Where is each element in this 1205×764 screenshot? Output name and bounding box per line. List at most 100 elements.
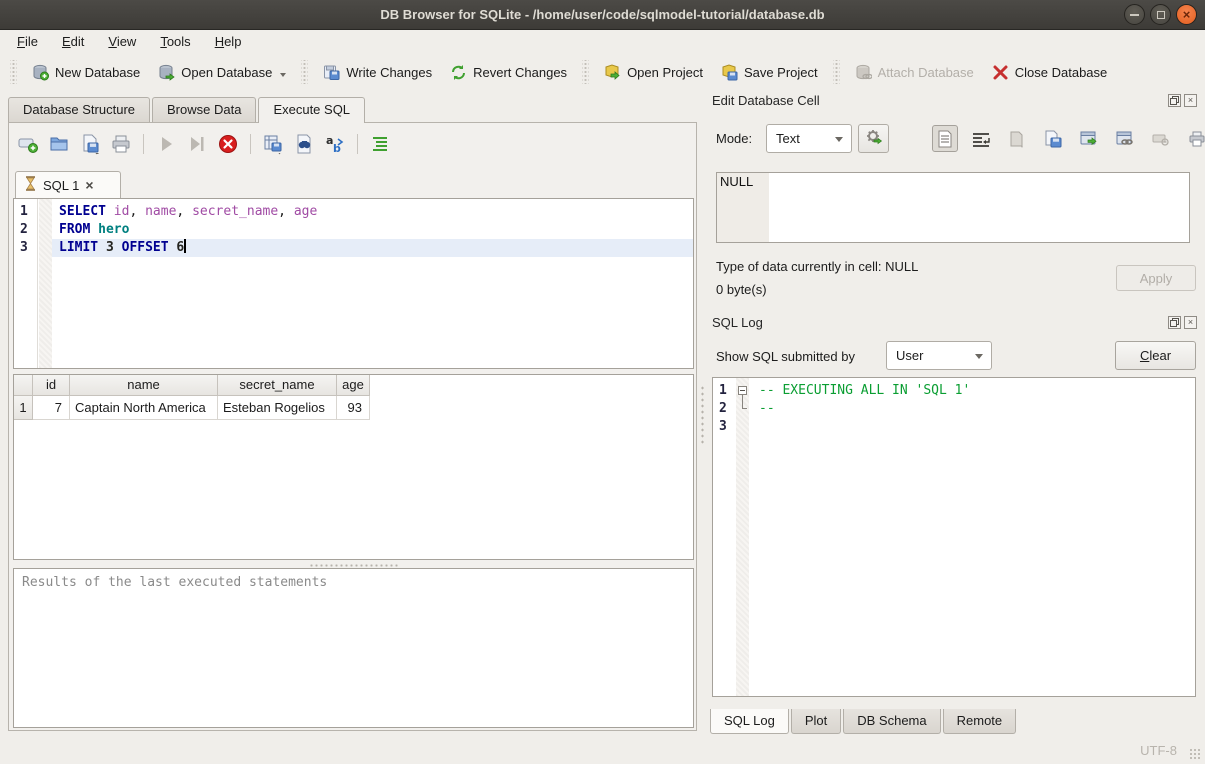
menu-file[interactable]: File — [6, 31, 49, 52]
code-line-2: FROM hero — [52, 221, 693, 239]
tab-sql-log[interactable]: SQL Log — [710, 709, 789, 734]
cell-name[interactable]: Captain North America — [70, 396, 218, 420]
fold-collapse-icon[interactable] — [738, 386, 747, 395]
maximize-button[interactable] — [1150, 4, 1171, 25]
format-sql-icon[interactable] — [369, 133, 391, 155]
code-line-1: SELECT id, name, secret_name, age — [52, 203, 693, 221]
resize-grip[interactable] — [1189, 748, 1202, 761]
float-panel-icon[interactable] — [1168, 94, 1181, 107]
find-replace-icon[interactable]: ab — [324, 133, 346, 155]
text-mode-icon[interactable] — [932, 125, 958, 152]
tab-database-structure[interactable]: Database Structure — [8, 97, 150, 122]
results-message: Results of the last executed statements — [22, 575, 327, 590]
save-project-button[interactable]: Save Project — [712, 59, 827, 86]
save-sql-file-icon[interactable] — [79, 133, 101, 155]
toolbar-separator — [250, 134, 251, 154]
close-button[interactable]: × — [1176, 4, 1197, 25]
open-sql-tab-icon[interactable] — [17, 133, 39, 155]
close-panel-icon[interactable]: × — [1184, 94, 1197, 107]
open-database-label: Open Database — [181, 65, 272, 80]
stop-icon[interactable] — [217, 133, 239, 155]
sql-editor-toolbar: ab — [17, 133, 391, 155]
tab-execute-sql[interactable]: Execute SQL — [258, 97, 365, 123]
column-header-name[interactable]: name — [70, 375, 218, 396]
sql-editor[interactable]: 1 2 3 SELECT id, name, secret_name, age … — [13, 198, 694, 369]
column-header-secret-name[interactable]: secret_name — [218, 375, 337, 396]
write-changes-button[interactable]: Write Changes — [314, 59, 441, 86]
sql-log-editor[interactable]: 1 2 3 -- EXECUTING ALL IN 'SQL 1' -- — [712, 377, 1196, 697]
chevron-down-icon — [835, 137, 843, 142]
menu-help[interactable]: Help — [204, 31, 253, 52]
mode-value: Text — [776, 131, 800, 146]
encoding-indicator[interactable]: UTF-8 — [1140, 743, 1177, 758]
cell-age[interactable]: 93 — [337, 396, 370, 420]
find-icon[interactable] — [293, 133, 315, 155]
titlebar: DB Browser for SQLite - /home/user/code/… — [0, 0, 1205, 30]
menu-view[interactable]: View — [97, 31, 147, 52]
sql-document-tab[interactable]: SQL 1 × — [15, 171, 121, 198]
status-bar: UTF-8 — [0, 737, 1205, 764]
link-data-icon[interactable] — [1112, 125, 1138, 152]
log-line-2: -- — [749, 400, 1195, 418]
sql-tab-close-icon[interactable]: × — [85, 177, 93, 193]
open-project-button[interactable]: Open Project — [595, 59, 712, 86]
column-header-age[interactable]: age — [337, 375, 370, 396]
print-sql-icon[interactable] — [110, 133, 132, 155]
close-database-button[interactable]: Close Database — [983, 59, 1117, 86]
line-number: 3 — [719, 418, 735, 436]
mode-label: Mode: — [716, 131, 752, 146]
tab-remote[interactable]: Remote — [943, 709, 1017, 734]
tab-browse-data[interactable]: Browse Data — [152, 97, 256, 122]
clear-log-button[interactable]: Clear — [1115, 341, 1196, 370]
cell-value-editor[interactable]: NULL — [716, 172, 1190, 243]
write-changes-icon — [323, 64, 340, 81]
save-results-icon[interactable] — [262, 133, 284, 155]
open-database-button[interactable]: Open Database — [149, 59, 295, 86]
corner-header[interactable] — [14, 375, 33, 396]
sql-log-panel-title: SQL Log — [712, 315, 763, 330]
export-data-icon[interactable] — [1040, 125, 1066, 152]
cell-secret-name[interactable]: Esteban Rogelios — [218, 396, 337, 420]
menu-edit[interactable]: Edit — [51, 31, 95, 52]
log-filter-value: User — [896, 348, 923, 363]
mode-select[interactable]: Text — [766, 124, 852, 153]
auto-mode-button[interactable] — [858, 124, 889, 153]
line-number: 1 — [20, 203, 37, 221]
print-cell-icon[interactable] — [1184, 125, 1205, 152]
toolbar-separator — [301, 60, 308, 84]
text-cursor — [184, 239, 186, 253]
open-external-icon[interactable] — [1076, 125, 1102, 152]
line-number: 2 — [719, 400, 735, 418]
tab-db-schema[interactable]: DB Schema — [843, 709, 940, 734]
cell-id[interactable]: 7 — [33, 396, 70, 420]
apply-button: Apply — [1116, 265, 1196, 291]
menu-tools[interactable]: Tools — [149, 31, 201, 52]
float-panel-icon[interactable] — [1168, 316, 1181, 329]
minimize-button[interactable] — [1124, 4, 1145, 25]
open-sql-file-icon[interactable] — [48, 133, 70, 155]
word-wrap-icon[interactable] — [968, 125, 994, 152]
line-number: 2 — [20, 221, 37, 239]
code-area[interactable]: SELECT id, name, secret_name, age FROM h… — [52, 199, 693, 368]
attach-database-label: Attach Database — [878, 65, 974, 80]
column-header-id[interactable]: id — [33, 375, 70, 396]
new-database-button[interactable]: New Database — [23, 59, 149, 86]
close-icon: × — [1183, 8, 1191, 21]
revert-changes-button[interactable]: Revert Changes — [441, 59, 576, 86]
row-header[interactable]: 1 — [14, 396, 33, 420]
code-line-3: LIMIT 3 OFFSET 6 — [52, 239, 693, 257]
open-database-dropdown-arrow[interactable] — [280, 73, 286, 77]
new-database-label: New Database — [55, 65, 140, 80]
toolbar-separator — [357, 134, 358, 154]
log-filter-select[interactable]: User — [886, 341, 992, 370]
edit-cell-panel-title: Edit Database Cell — [712, 93, 820, 108]
close-database-icon — [992, 64, 1009, 81]
line-number: 1 — [719, 382, 735, 400]
vertical-splitter[interactable] — [700, 385, 705, 445]
tab-plot[interactable]: Plot — [791, 709, 841, 734]
toolbar-separator — [582, 60, 589, 84]
close-panel-icon[interactable]: × — [1184, 316, 1197, 329]
maximize-icon — [1157, 11, 1165, 19]
open-project-icon — [604, 64, 621, 81]
results-grid[interactable]: id name secret_name age 1 7 Captain Nort… — [13, 374, 694, 560]
